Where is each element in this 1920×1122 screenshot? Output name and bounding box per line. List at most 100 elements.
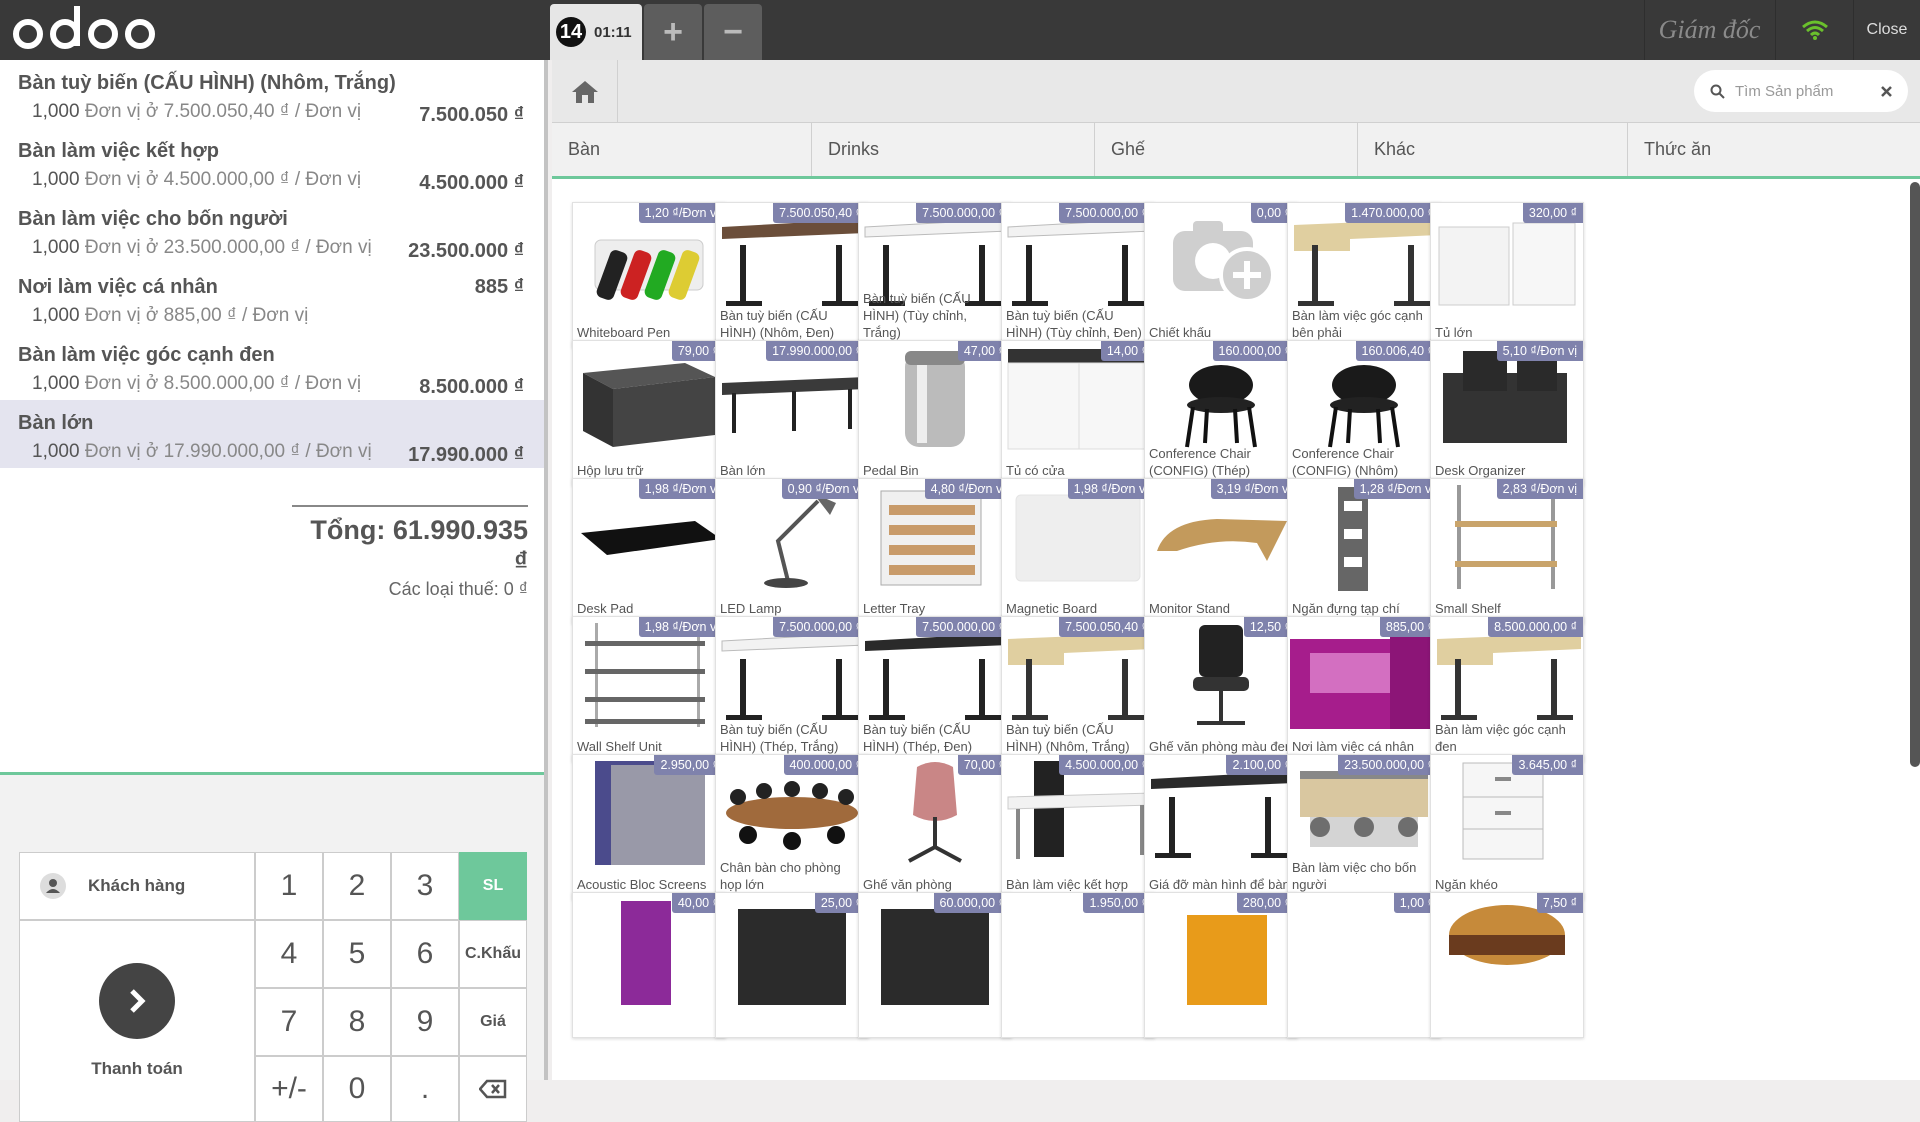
numpad-2[interactable]: 2 [323, 852, 391, 920]
product-name: Conference Chair (CONFIG) (Nhôm) [1292, 446, 1399, 478]
category-bar: Bàn Drinks Ghế Khác Thức ăn [552, 123, 1920, 179]
category-khac[interactable]: Khác [1358, 123, 1628, 176]
numpad-3[interactable]: 3 [391, 852, 459, 920]
product-card[interactable]: 25,00 ₫ [715, 892, 869, 1038]
product-card[interactable]: 7.500.050,40 ₫ Bàn tuỳ biến (CẤU HÌNH) (N… [715, 202, 869, 348]
product-card[interactable]: 23.500.000,00 ₫ Bàn làm việc cho bốn ngườ… [1287, 754, 1441, 900]
product-card[interactable]: 1,98 ₫/Đơn vị Wall Shelf Unit [572, 616, 726, 762]
orderline[interactable]: Bàn làm việc cho bốn người 1,000 Đơn vị ở… [0, 196, 544, 264]
numpad-backspace[interactable] [459, 1056, 527, 1122]
product-price-tag: 3.645,00 ₫ [1512, 755, 1583, 775]
product-card[interactable]: 1,98 ₫/Đơn vị Desk Pad [572, 478, 726, 624]
product-card[interactable]: 70,00 ₫ Ghế văn phòng [858, 754, 1012, 900]
product-card[interactable]: 7.500.000,00 ₫ Bàn tuỳ biến (CẤU HÌNH) (T… [858, 202, 1012, 348]
product-card[interactable]: 320,00 ₫ Tủ lớn [1430, 202, 1584, 348]
product-card[interactable]: 2,83 ₫/Đơn vị Small Shelf [1430, 478, 1584, 624]
product-name: Ghế văn phòng [863, 877, 952, 892]
product-card[interactable]: 1,28 ₫/Đơn vị Ngăn đựng tạp chí [1287, 478, 1441, 624]
orderline-unit-price: Đơn vị ở 17.990.000,00 ₫ / Đơn vị [84, 441, 372, 462]
numpad-plus-minus[interactable]: +/- [255, 1056, 323, 1122]
new-order-button[interactable]: + [644, 4, 702, 60]
orderline[interactable]: Bàn làm việc góc cạnh đen 1,000 Đơn vị ở … [0, 332, 544, 400]
user-name[interactable]: Giám đốc [1644, 0, 1774, 60]
product-card[interactable]: 7.500.000,00 ₫ Bàn tuỳ biến (CẤU HÌNH) (T… [715, 616, 869, 762]
numpad-dot[interactable]: . [391, 1056, 459, 1122]
orderline-price: 885 ₫ [474, 276, 524, 298]
search-input[interactable]: Tìm Sản phẩm [1735, 83, 1881, 100]
category-ban[interactable]: Bàn [552, 123, 812, 176]
numpad-4[interactable]: 4 [255, 920, 323, 988]
orderline[interactable]: Bàn tuỳ biến (CẤU HÌNH) (Nhôm, Trắng) 1,0… [0, 60, 544, 128]
mode-discount[interactable]: C.Khấu [459, 920, 527, 988]
product-card[interactable]: 280,00 ₫ [1144, 892, 1298, 1038]
product-card[interactable]: 60.000,00 ₫ [858, 892, 1012, 1038]
product-card[interactable]: 1.950,00 ₫ [1001, 892, 1155, 1038]
product-card[interactable]: 47,00 ₫ Pedal Bin [858, 340, 1012, 486]
order-tab[interactable]: 14 01:11 [550, 4, 642, 60]
numpad-5[interactable]: 5 [323, 920, 391, 988]
numpad-7[interactable]: 7 [255, 988, 323, 1056]
product-card[interactable]: 7.500.000,00 ₫ Bàn tuỳ biến (CẤU HÌNH) (T… [1001, 202, 1155, 348]
order-panel: Bàn tuỳ biến (CẤU HÌNH) (Nhôm, Trắng) 1,0… [0, 60, 548, 1122]
product-card[interactable]: 4.500.000,00 ₫ Bàn làm việc kết hợp [1001, 754, 1155, 900]
mode-quantity[interactable]: SL [459, 852, 527, 920]
product-name: Small Shelf [1435, 601, 1501, 616]
control-pad: Khách hàng Thanh toán 1 2 3 SL 4 5 6 C.K… [0, 772, 544, 1122]
product-card[interactable]: 4,80 ₫/Đơn vị Letter Tray [858, 478, 1012, 624]
numpad-6[interactable]: 6 [391, 920, 459, 988]
search-box[interactable]: Tìm Sản phẩm [1694, 70, 1908, 112]
product-name: Bàn tuỳ biến (CẤU HÌNH) (Nhôm, Trắng) [1006, 722, 1130, 754]
clear-search-icon[interactable] [1881, 85, 1892, 97]
product-card[interactable]: 885,00 ₫ Nơi làm việc cá nhân [1287, 616, 1441, 762]
orderline-price: 4.500.000 ₫ [419, 172, 524, 194]
product-card[interactable]: 79,00 ₫ Hộp lưu trữ [572, 340, 726, 486]
product-card[interactable]: 160.006,40 ₫ Conference Chair (CONFIG) (N… [1287, 340, 1441, 486]
product-card[interactable]: 7.500.000,00 ₫ Bàn tuỳ biến (CẤU HÌNH) (T… [858, 616, 1012, 762]
category-thuc-an[interactable]: Thức ăn [1628, 123, 1920, 176]
category-ghe[interactable]: Ghế [1095, 123, 1358, 176]
product-card[interactable]: 7,50 ₫ [1430, 892, 1584, 1038]
product-card[interactable]: 0,00 ₫ Chiết khấu [1144, 202, 1298, 348]
product-card[interactable]: 2.950,00 ₫ Acoustic Bloc Screens [572, 754, 726, 900]
product-card[interactable]: 14,00 ₫ Tủ có cửa [1001, 340, 1155, 486]
product-card[interactable]: 12,50 ₫ Ghế văn phòng màu đen [1144, 616, 1298, 762]
product-card[interactable]: 160.000,00 ₫ Conference Chair (CONFIG) (T… [1144, 340, 1298, 486]
orderline[interactable]: Bàn lớn 1,000 Đơn vị ở 17.990.000,00 ₫ / … [0, 400, 544, 468]
product-card[interactable]: 17.990.000,00 ₫ Bàn lớn [715, 340, 869, 486]
plus-icon: + [663, 12, 683, 51]
product-card[interactable]: 3.645,00 ₫ Ngăn khéo [1430, 754, 1584, 900]
numpad-1[interactable]: 1 [255, 852, 323, 920]
product-name: Acoustic Bloc Screens [577, 877, 707, 892]
home-category-button[interactable] [552, 60, 618, 123]
product-card[interactable]: 1,20 ₫/Đơn vị Whiteboard Pen [572, 202, 726, 348]
orderline-unit-price: Đơn vị ở 4.500.000,00 ₫ / Đơn vị [84, 169, 362, 190]
customer-button[interactable]: Khách hàng [19, 852, 255, 920]
orderline-unit-price: Đơn vị ở 7.500.050,40 ₫ / Đơn vị [84, 101, 362, 122]
orderline[interactable]: Bàn làm việc kết hợp 1,000 Đơn vị ở 4.500… [0, 128, 544, 196]
product-name: Conference Chair (CONFIG) (Thép) [1149, 446, 1251, 478]
product-card[interactable]: 40,00 ₫ [572, 892, 726, 1038]
numpad-9[interactable]: 9 [391, 988, 459, 1056]
numpad-0[interactable]: 0 [323, 1056, 391, 1122]
product-card[interactable]: 5,10 ₫/Đơn vị Desk Organizer [1430, 340, 1584, 486]
close-button[interactable]: Close [1853, 0, 1920, 60]
product-card[interactable]: 1,98 ₫/Đơn vị Magnetic Board [1001, 478, 1155, 624]
product-price-tag: 4.500.000,00 ₫ [1059, 755, 1154, 775]
category-drinks[interactable]: Drinks [812, 123, 1095, 176]
payment-button[interactable]: Thanh toán [19, 920, 255, 1122]
product-card[interactable]: 8.500.000,00 ₫ Bàn làm việc góc cạnh đen [1430, 616, 1584, 762]
product-card[interactable]: 0,90 ₫/Đơn vị LED Lamp [715, 478, 869, 624]
orderline[interactable]: Nơi làm việc cá nhân 1,000 Đơn vị ở 885,0… [0, 264, 544, 332]
product-card[interactable]: 1,00 ₫ [1287, 892, 1441, 1038]
mode-price[interactable]: Giá [459, 988, 527, 1056]
product-card[interactable]: 1.470.000,00 ₫ Bàn làm việc góc cạnh bên … [1287, 202, 1441, 348]
numpad-8[interactable]: 8 [323, 988, 391, 1056]
minus-icon: − [723, 12, 743, 51]
product-card[interactable]: 7.500.050,40 ₫ Bàn tuỳ biến (CẤU HÌNH) (N… [1001, 616, 1155, 762]
product-card[interactable]: 400.000,00 ₫ Chân bàn cho phòng họp lớn [715, 754, 869, 900]
product-card[interactable]: 3,19 ₫/Đơn vị Monitor Stand [1144, 478, 1298, 624]
product-card[interactable]: 2.100,00 ₫ Giá đỡ màn hình để bàn [1144, 754, 1298, 900]
product-list-scrollbar[interactable] [1910, 182, 1920, 767]
wifi-status[interactable] [1775, 0, 1853, 60]
delete-order-button[interactable]: − [704, 4, 762, 60]
